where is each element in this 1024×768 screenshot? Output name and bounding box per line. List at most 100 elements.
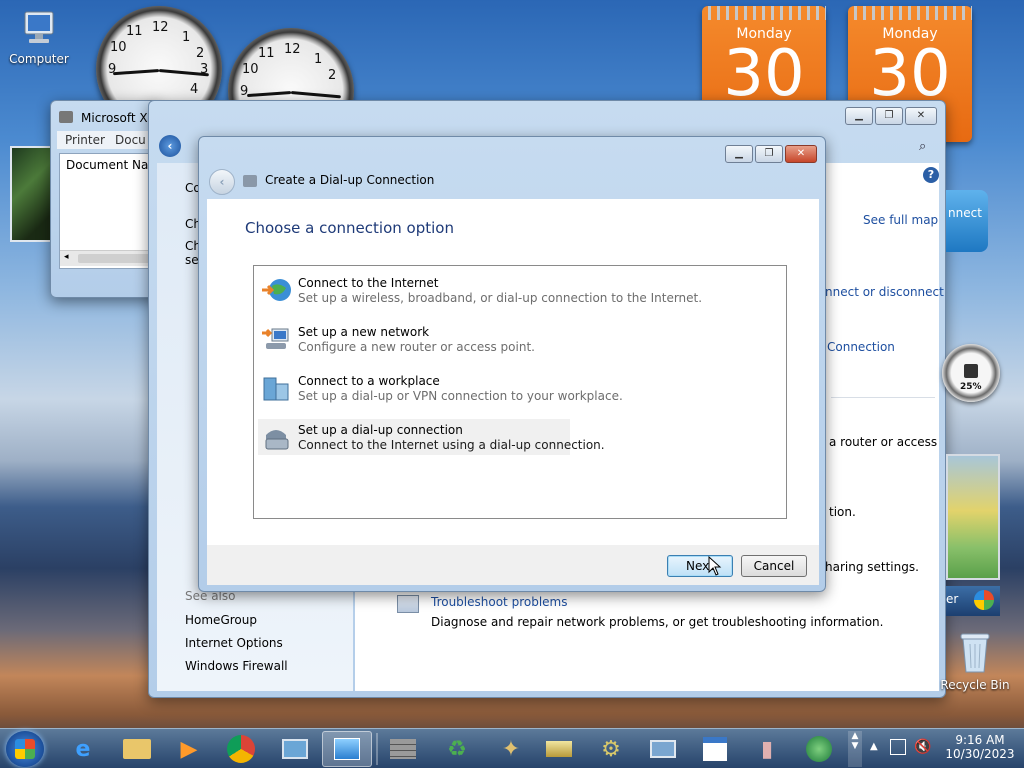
connection-link[interactable]: Connection xyxy=(827,340,895,354)
close-button[interactable]: ✕ xyxy=(905,107,937,125)
clock2-num-11: 11 xyxy=(258,46,275,61)
option-new-network[interactable]: Set up a new network Configure a new rou… xyxy=(258,321,570,357)
media-center-gadget[interactable]: er xyxy=(946,586,1000,616)
clock-num-12: 12 xyxy=(152,20,169,35)
option-connect-internet[interactable]: Connect to the Internet Set up a wireles… xyxy=(258,272,702,308)
network-computer-icon xyxy=(650,740,676,758)
chip-icon xyxy=(964,364,978,378)
see-also-internet-options[interactable]: Internet Options xyxy=(185,636,283,650)
scroll-left-icon[interactable]: ◂ xyxy=(64,252,69,262)
printer-window[interactable]: Microsoft XP Printer Docu Document Nam ◂ xyxy=(50,100,161,298)
telephone-icon xyxy=(260,423,292,451)
minimize-button[interactable]: ▁ xyxy=(845,107,873,125)
maximize-button[interactable]: ❐ xyxy=(875,107,903,125)
recycle-bin-label: Recycle Bin xyxy=(940,678,1010,692)
network-tray-icon[interactable] xyxy=(890,739,906,755)
connection-options-list[interactable]: Connect to the Internet Set up a wireles… xyxy=(253,265,787,519)
slideshow-gadget[interactable] xyxy=(10,146,54,242)
connect-gadget-button[interactable]: nnect xyxy=(946,190,988,252)
tion-fragment: tion. xyxy=(829,505,856,519)
calendar-icon xyxy=(703,737,727,761)
cpu-meter-gadget[interactable]: 25% xyxy=(942,344,1000,402)
clock2-num-2: 2 xyxy=(328,68,337,83)
see-also-homegroup[interactable]: HomeGroup xyxy=(185,613,257,627)
taskbar-stack[interactable] xyxy=(534,731,584,767)
printer-icon xyxy=(59,111,73,123)
dialup-wizard-dialog[interactable]: ▁ ❐ ✕ ‹ Create a Dial-up Connection Choo… xyxy=(198,136,826,592)
taskbar-wizard-tool[interactable]: ✦ xyxy=(486,731,536,767)
clock-num-4: 4 xyxy=(190,82,199,97)
network-window-caption-buttons: ▁ ❐ ✕ xyxy=(845,107,937,125)
next-button[interactable]: Next xyxy=(667,555,733,577)
printer-window-title: Microsoft XP xyxy=(81,111,155,125)
folder-icon xyxy=(123,739,151,759)
taskbar-remote-desktop[interactable] xyxy=(270,731,320,767)
search-icon[interactable]: ⌕ xyxy=(919,139,926,154)
taskbar-network-globe[interactable] xyxy=(794,731,844,767)
menu-printer[interactable]: Printer xyxy=(65,133,105,147)
taskbar-chrome[interactable] xyxy=(216,731,266,767)
wizard-heading: Choose a connection option xyxy=(245,219,454,237)
horizontal-scrollbar[interactable]: ◂ xyxy=(60,250,156,266)
cancel-button[interactable]: Cancel xyxy=(741,555,807,577)
taskbar-clock[interactable]: 9:16 AM 10/30/2023 xyxy=(944,733,1016,761)
taskbar-date: 10/30/2023 xyxy=(945,747,1015,761)
connect-disconnect-link[interactable]: nnect or disconnect xyxy=(825,285,944,299)
internet-explorer-icon: e xyxy=(75,736,91,762)
wizard-caption-buttons: ▁ ❐ ✕ xyxy=(725,145,817,163)
start-button[interactable] xyxy=(6,731,44,767)
taskbar-calendar[interactable] xyxy=(690,731,740,767)
router-icon xyxy=(260,325,292,353)
calendar-date: 30 xyxy=(869,37,951,111)
scrollbar-thumb[interactable] xyxy=(78,254,154,263)
taskbar-file-explorer[interactable] xyxy=(112,731,162,767)
clock-num-1: 1 xyxy=(182,30,191,45)
back-arrow-icon[interactable]: ‹ xyxy=(159,135,181,157)
cpu-meter-value: 25% xyxy=(960,382,982,392)
option-title: Set up a dial-up connection xyxy=(298,423,463,437)
show-hidden-icons-icon[interactable]: ▲ xyxy=(870,741,878,752)
taskbar-mmc[interactable]: ⚙ xyxy=(586,731,636,767)
taskbar-recycle[interactable]: ♻ xyxy=(432,731,482,767)
troubleshoot-icon xyxy=(397,595,419,613)
printer-queue-list[interactable]: Document Nam ◂ xyxy=(59,153,160,269)
column-header-document-name[interactable]: Document Nam xyxy=(66,158,160,172)
taskbar-tool[interactable]: ▮ xyxy=(742,731,792,767)
monitor-icon xyxy=(282,739,308,759)
clock2-hour-hand xyxy=(247,91,292,98)
recycle-bin-desktop-icon[interactable]: Recycle Bin xyxy=(940,630,1010,692)
option-workplace[interactable]: Connect to a workplace Set up a dial-up … xyxy=(258,370,623,406)
taskbar-network-computer[interactable] xyxy=(638,731,688,767)
taskbar-control-panel[interactable] xyxy=(322,731,372,767)
taskbar-internet-explorer[interactable]: e xyxy=(58,731,108,767)
computer-icon xyxy=(19,10,59,48)
menu-document[interactable]: Docu xyxy=(115,133,146,147)
clock2-num-1: 1 xyxy=(314,52,323,67)
recycle-bin-icon xyxy=(959,630,991,674)
wizard-maximize-button[interactable]: ❐ xyxy=(755,145,783,163)
clock-num-10: 10 xyxy=(110,40,127,55)
puzzle-gadget[interactable] xyxy=(946,454,1000,580)
wizard-minimize-button[interactable]: ▁ xyxy=(725,145,753,163)
brick-wall-icon xyxy=(390,739,416,759)
see-also-windows-firewall[interactable]: Windows Firewall xyxy=(185,659,288,673)
dialup-phone-icon xyxy=(243,175,257,187)
see-full-map-link[interactable]: See full map xyxy=(863,213,938,227)
taskbar-firewall[interactable] xyxy=(378,731,428,767)
taskbar-scroll-arrows[interactable]: ▲ ▼ xyxy=(848,731,862,767)
globe-icon xyxy=(260,276,292,304)
connect-gadget-label: nnect xyxy=(948,206,982,220)
taskbar-time: 9:16 AM xyxy=(955,733,1005,747)
computer-desktop-icon[interactable]: Computer xyxy=(4,10,74,66)
option-title: Connect to a workplace xyxy=(298,374,440,388)
volume-muted-icon[interactable]: 🔇 xyxy=(914,739,931,755)
globe-network-icon xyxy=(806,736,832,762)
wizard-back-icon[interactable]: ‹ xyxy=(209,169,235,195)
clock-hour-hand xyxy=(113,69,160,76)
troubleshoot-link[interactable]: Troubleshoot problems xyxy=(431,595,567,609)
option-dialup[interactable]: Set up a dial-up connection Connect to t… xyxy=(258,419,605,455)
taskbar-media-player[interactable]: ▶ xyxy=(164,731,214,767)
wizard-close-button[interactable]: ✕ xyxy=(785,145,817,163)
help-icon[interactable]: ? xyxy=(923,167,939,183)
taskbar: e ▶ ♻ ✦ ⚙ ▮ ▲ ▼ ▲ 🔇 9:16 AM 10/30/2023 xyxy=(0,728,1024,768)
